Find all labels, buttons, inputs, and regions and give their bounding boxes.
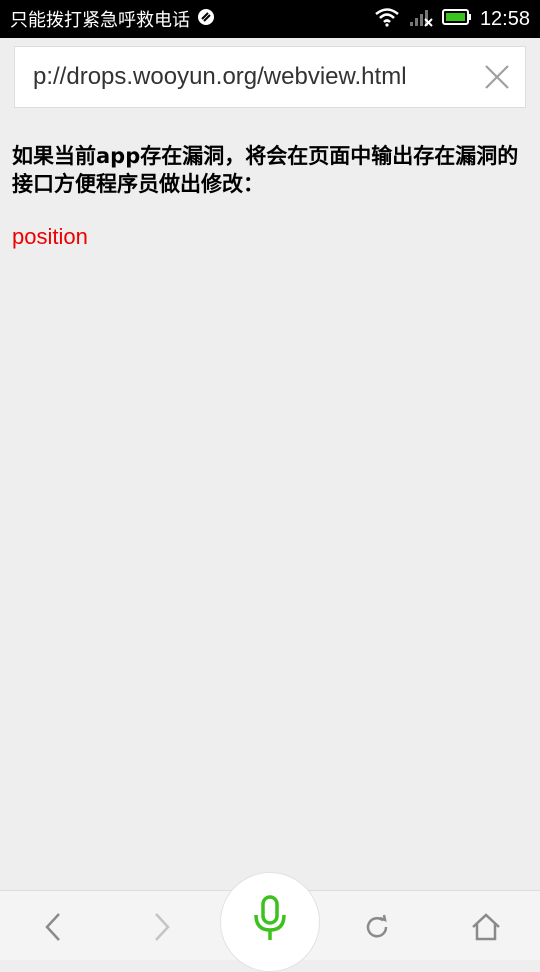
url-text[interactable]: p://drops.wooyun.org/webview.html	[15, 63, 469, 91]
refresh-icon	[366, 914, 388, 938]
address-bar-container: p://drops.wooyun.org/webview.html	[0, 38, 540, 120]
back-button[interactable]	[32, 905, 76, 949]
wifi-icon	[374, 7, 400, 31]
clock: 12:58	[479, 7, 530, 30]
vulnerability-message: 如果当前app存在漏洞，将会在页面中输出存在漏洞的接口方便程序员做出修改：	[12, 144, 519, 196]
refresh-button[interactable]	[355, 905, 399, 949]
vulnerable-interface-output: position	[12, 224, 88, 249]
forward-button[interactable]	[139, 905, 183, 949]
status-left: 只能拨打紧急呼救电话	[10, 6, 216, 32]
status-right: 12:58	[374, 7, 530, 31]
carrier-text: 只能拨打紧急呼救电话	[10, 10, 190, 31]
address-bar[interactable]: p://drops.wooyun.org/webview.html	[14, 46, 526, 108]
chevron-right-icon	[155, 913, 170, 941]
page-content: 如果当前app存在漏洞，将会在页面中输出存在漏洞的接口方便程序员做出修改： po…	[12, 142, 528, 250]
close-icon[interactable]	[469, 49, 525, 105]
microphone-icon	[254, 895, 286, 940]
home-button[interactable]	[464, 905, 508, 949]
satellite-icon	[196, 7, 216, 32]
battery-charging-icon	[441, 7, 472, 31]
home-icon	[472, 913, 500, 941]
chevron-left-icon	[45, 913, 60, 941]
status-bar: 只能拨打紧急呼救电话 12:58	[0, 0, 540, 38]
signal-off-icon	[408, 7, 434, 31]
voice-search-button[interactable]	[220, 872, 320, 972]
